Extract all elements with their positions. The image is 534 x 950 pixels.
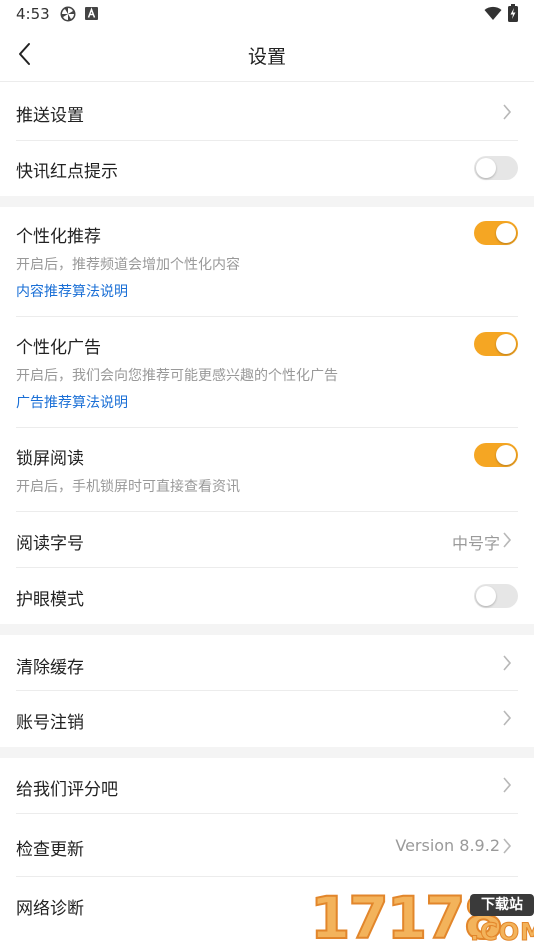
watermark-suffix: .COM (469, 918, 534, 947)
personalized-ads-toggle[interactable] (474, 332, 518, 356)
rate-us-row[interactable]: 给我们评分吧 (0, 758, 534, 814)
delete-account-row[interactable]: 账号注销 (0, 691, 534, 747)
toggle-knob (476, 158, 496, 178)
network-diagnosis-label: 网络诊断 (16, 899, 84, 919)
toggle-knob (496, 445, 516, 465)
status-time: 4:53 (16, 5, 50, 23)
personalized-recommend-label: 个性化推荐 (16, 227, 101, 247)
recommend-algorithm-link[interactable]: 内容推荐算法说明 (16, 281, 128, 301)
wifi-icon (484, 6, 502, 20)
rate-us-label: 给我们评分吧 (16, 780, 118, 800)
font-size-row[interactable]: 阅读字号 中号字 (0, 512, 534, 568)
personalized-ads-desc: 开启后，我们会向您推荐可能更感兴趣的个性化广告 (16, 368, 338, 384)
chevron-right-icon (503, 655, 512, 671)
toggle-knob (476, 586, 496, 606)
lockscreen-reading-desc: 开启后，手机锁屏时可直接查看资讯 (16, 479, 240, 495)
check-update-row[interactable]: 检查更新 Version 8.9.2 (0, 814, 534, 877)
clear-cache-row[interactable]: 清除缓存 (0, 635, 534, 691)
chevron-right-icon (503, 777, 512, 793)
push-settings-row[interactable]: 推送设置 (0, 83, 534, 141)
watermark-badge: 下载站 (470, 894, 534, 916)
section-gap (0, 624, 534, 635)
nav-bar: 设置 (0, 28, 534, 82)
watermark-logo: 17178 下载站 .COM (309, 885, 534, 950)
lockscreen-reading-toggle[interactable] (474, 443, 518, 467)
lockscreen-reading-row: 锁屏阅读 开启后，手机锁屏时可直接查看资讯 (0, 428, 534, 512)
flash-red-dot-row: 快讯红点提示 (0, 141, 534, 196)
lockscreen-reading-label: 锁屏阅读 (16, 449, 84, 469)
flash-red-dot-toggle[interactable] (474, 156, 518, 180)
a-square-icon (85, 7, 98, 20)
eye-care-row: 护眼模式 (0, 568, 534, 624)
section-gap (0, 747, 534, 758)
section-gap (0, 196, 534, 207)
eye-care-toggle[interactable] (474, 584, 518, 608)
check-update-label: 检查更新 (16, 840, 84, 860)
toggle-knob (496, 223, 516, 243)
font-size-label: 阅读字号 (16, 534, 84, 554)
pinwheel-icon (60, 6, 76, 22)
ads-algorithm-link[interactable]: 广告推荐算法说明 (16, 392, 128, 412)
push-settings-label: 推送设置 (16, 106, 84, 126)
personalized-ads-label: 个性化广告 (16, 338, 101, 358)
personalized-recommend-toggle[interactable] (474, 221, 518, 245)
clear-cache-label: 清除缓存 (16, 658, 84, 678)
delete-account-label: 账号注销 (16, 713, 84, 733)
version-value: Version 8.9.2 (395, 836, 500, 855)
battery-charging-icon (508, 4, 518, 22)
settings-list: 推送设置 快讯红点提示 个性化推荐 开启后，推荐频道会增加个性化内容 内容推荐算… (0, 83, 534, 933)
personalized-ads-row: 个性化广告 开启后，我们会向您推荐可能更感兴趣的个性化广告 广告推荐算法说明 (0, 317, 534, 428)
status-bar: 4:53 (0, 0, 534, 28)
chevron-right-icon (503, 838, 512, 854)
flash-red-dot-label: 快讯红点提示 (16, 162, 118, 182)
toggle-knob (496, 334, 516, 354)
personalized-recommend-desc: 开启后，推荐频道会增加个性化内容 (16, 257, 240, 273)
page-title: 设置 (247, 46, 286, 68)
chevron-right-icon (503, 104, 512, 120)
eye-care-label: 护眼模式 (16, 590, 84, 610)
font-size-value: 中号字 (451, 534, 500, 553)
chevron-right-icon (503, 710, 512, 726)
chevron-right-icon (503, 532, 512, 548)
personalized-recommend-row: 个性化推荐 开启后，推荐频道会增加个性化内容 内容推荐算法说明 (0, 207, 534, 317)
